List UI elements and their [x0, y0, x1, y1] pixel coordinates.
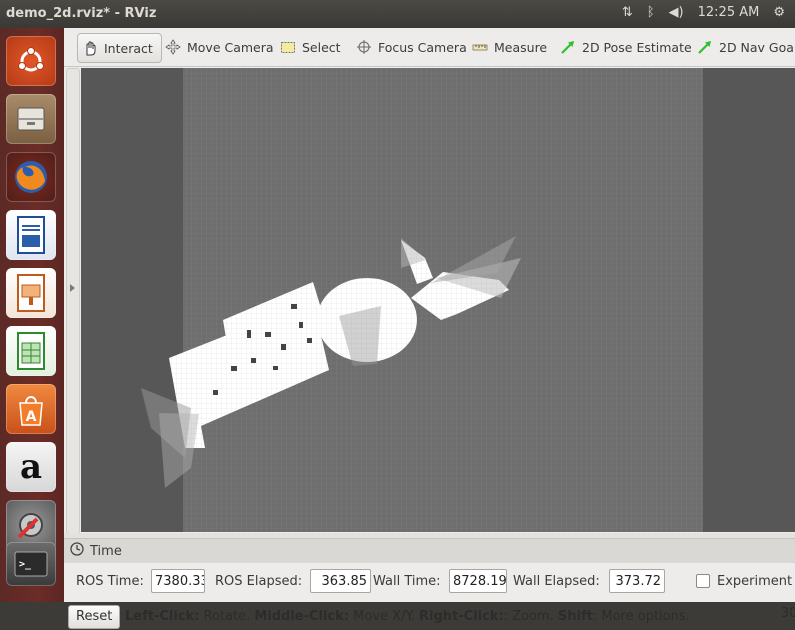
- occupancy-map: [141, 68, 703, 532]
- experimental-checkbox[interactable]: [696, 574, 710, 588]
- rviz-window: Interact Move Camera Select Focus Camera…: [64, 28, 795, 629]
- ros-time-label: ROS Time:: [76, 574, 144, 589]
- experimental-label: Experiment: [717, 574, 793, 589]
- bluetooth-icon[interactable]: ᛒ: [647, 5, 655, 20]
- pose-estimate-tool[interactable]: 2D Pose Estimate: [560, 33, 692, 61]
- move-arrows-icon: [165, 39, 181, 55]
- ros-elapsed-label: ROS Elapsed:: [215, 574, 303, 589]
- terminal-icon[interactable]: >_: [6, 542, 56, 586]
- move-camera-label: Move Camera: [187, 39, 274, 55]
- select-rectangle-icon: [280, 39, 296, 55]
- render-viewport[interactable]: [81, 68, 795, 532]
- unity-launcher: A a >_: [0, 28, 64, 602]
- volume-icon[interactable]: ◀): [669, 5, 684, 20]
- displays-panel-toggle[interactable]: [66, 68, 80, 534]
- reset-button[interactable]: Reset: [68, 605, 121, 629]
- clock[interactable]: 12:25 AM: [698, 5, 760, 20]
- hand-pointer-icon: [82, 40, 98, 56]
- time-panel-title: Time: [90, 543, 122, 559]
- amazon-icon[interactable]: a: [6, 442, 56, 492]
- ubuntu-dash-icon[interactable]: [6, 36, 56, 86]
- focus-camera-label: Focus Camera: [378, 39, 467, 55]
- measure-label: Measure: [494, 39, 548, 55]
- clock-icon: [70, 542, 84, 560]
- time-panel: ROS Time: 7380.33 ROS Elapsed: 363.85 Wa…: [64, 563, 795, 599]
- select-label: Select: [302, 39, 341, 55]
- files-icon[interactable]: [6, 94, 56, 144]
- svg-text:A: A: [26, 409, 37, 425]
- green-arrow-icon: [560, 39, 576, 55]
- libreoffice-writer-icon[interactable]: [6, 210, 56, 260]
- system-gear-icon[interactable]: ⚙: [773, 5, 785, 20]
- wall-time-label: Wall Time:: [373, 574, 441, 589]
- ruler-icon: [472, 39, 488, 55]
- top-panel: demo_2d.rviz* - RViz ⇅ ᛒ ◀) 12:25 AM ⚙: [0, 0, 795, 28]
- system-tray: ⇅ ᛒ ◀) 12:25 AM ⚙: [622, 5, 785, 20]
- libreoffice-impress-icon[interactable]: [6, 268, 56, 318]
- nav-goal-tool[interactable]: 2D Nav Goal: [697, 33, 795, 61]
- libreoffice-calc-icon[interactable]: [6, 326, 56, 376]
- mouse-hint: Left-Click: Rotate. Middle-Click: Move X…: [125, 609, 690, 624]
- tool-toolbar: Interact Move Camera Select Focus Camera…: [64, 28, 795, 67]
- green-arrow-icon: [697, 39, 713, 55]
- svg-text:>_: >_: [19, 559, 32, 570]
- nav-goal-label: 2D Nav Goal: [719, 39, 795, 55]
- ros-elapsed-field[interactable]: 363.85: [310, 569, 371, 593]
- select-tool[interactable]: Select: [280, 33, 341, 61]
- interact-label: Interact: [104, 40, 153, 56]
- fps-counter: 30: [781, 606, 795, 621]
- wall-elapsed-label: Wall Elapsed:: [513, 574, 600, 589]
- time-panel-header: Time: [64, 538, 795, 563]
- focus-crosshair-icon: [356, 39, 372, 55]
- wall-time-field[interactable]: 8728.19: [449, 569, 507, 593]
- software-center-icon[interactable]: A: [6, 384, 56, 434]
- network-updown-icon[interactable]: ⇅: [622, 5, 633, 20]
- ros-time-field[interactable]: 7380.33: [151, 569, 205, 593]
- move-camera-tool[interactable]: Move Camera: [165, 33, 274, 61]
- firefox-icon[interactable]: [6, 152, 56, 202]
- window-title: demo_2d.rviz* - RViz: [6, 6, 157, 21]
- focus-camera-tool[interactable]: Focus Camera: [356, 33, 467, 61]
- status-bar: Reset Left-Click: Rotate. Middle-Click: …: [64, 601, 795, 630]
- pose-estimate-label: 2D Pose Estimate: [582, 39, 692, 55]
- expand-arrow-icon: [70, 284, 75, 292]
- wall-elapsed-field[interactable]: 373.72: [609, 569, 665, 593]
- interact-tool[interactable]: Interact: [77, 33, 162, 63]
- measure-tool[interactable]: Measure: [472, 33, 547, 61]
